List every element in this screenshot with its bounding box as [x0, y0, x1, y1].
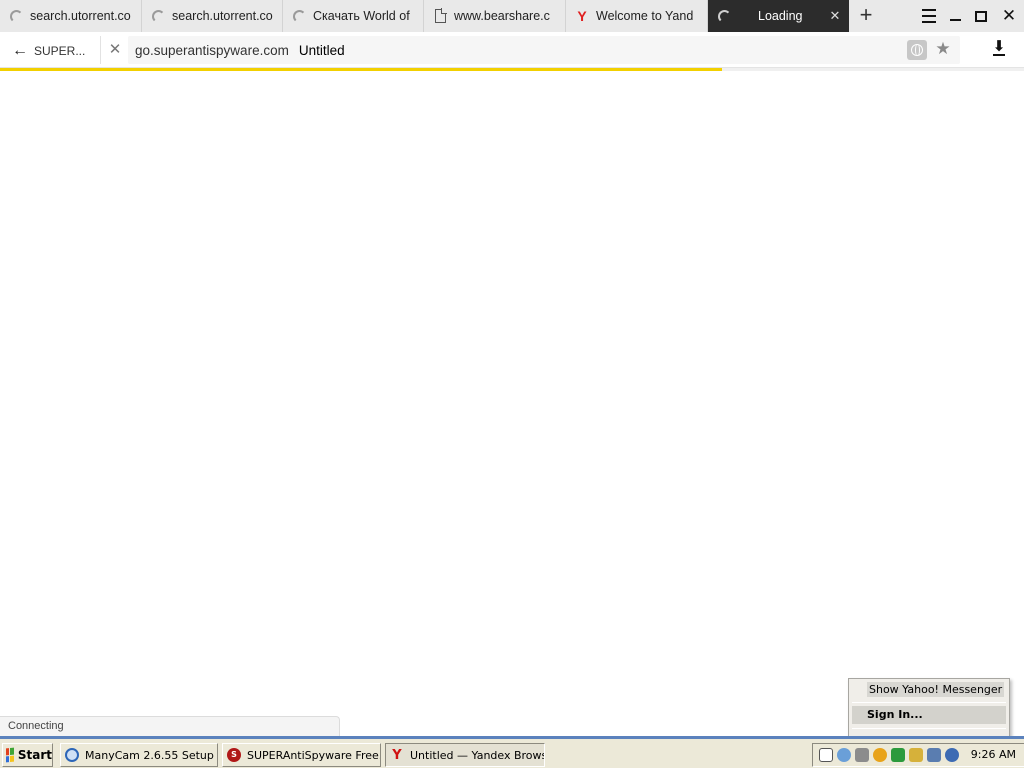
status-bubble: Connecting	[0, 716, 340, 736]
bookmark-star-icon[interactable]: ★	[933, 39, 953, 59]
tab-utorrent-2[interactable]: search.utorrent.co	[142, 0, 283, 32]
yahoo-messenger-tray-icon[interactable]	[873, 748, 887, 762]
security-tray-icon[interactable]	[891, 748, 905, 762]
maximize-icon[interactable]	[969, 4, 993, 28]
tab-bearshare[interactable]: www.bearshare.c	[424, 0, 566, 32]
loading-spinner-icon	[291, 8, 307, 24]
start-label: Start	[17, 748, 52, 762]
taskbar-button-superantispyware[interactable]: S SUPERAntiSpyware Free...	[222, 743, 381, 767]
downloads-icon[interactable]: ⬇	[988, 39, 1010, 62]
update-tray-icon[interactable]	[927, 748, 941, 762]
volume-tray-icon[interactable]	[855, 748, 869, 762]
shield-tray-icon[interactable]	[909, 748, 923, 762]
tab-title: Welcome to Yand	[596, 9, 694, 23]
menu-item-show-yahoo-messenger[interactable]: Show Yahoo! Messenger	[852, 681, 1006, 699]
taskbar-clock[interactable]: 9:26 AM	[971, 748, 1016, 761]
network-tray-icon[interactable]	[837, 748, 851, 762]
page-document-icon	[432, 8, 448, 24]
taskbar-button-label: SUPERAntiSpyware Free...	[247, 748, 381, 762]
tab-utorrent-1[interactable]: search.utorrent.co	[0, 0, 142, 32]
site-protection-globe-icon[interactable]	[907, 40, 927, 60]
tab-title: Скачать World of	[313, 9, 410, 23]
stop-loading-icon[interactable]: ✕	[106, 41, 124, 59]
taskbar-button-label: Untitled — Yandex Browser	[410, 748, 545, 762]
start-button[interactable]: Start	[2, 743, 53, 767]
superantispyware-icon: S	[226, 747, 242, 763]
tab-title: Loading	[758, 9, 803, 23]
tab-title: search.utorrent.co	[30, 9, 131, 23]
yandex-browser-icon: Y	[392, 747, 402, 763]
url-domain: go.superantispyware.com	[135, 42, 289, 58]
yandex-y-icon: Y	[577, 8, 587, 24]
minimize-icon[interactable]	[943, 4, 967, 28]
page-title: Untitled	[298, 42, 345, 58]
tab-title: search.utorrent.co	[172, 9, 273, 23]
setup-installer-icon	[64, 747, 80, 763]
address-bar: ← SUPER... ✕ go.superantispyware.com Unt…	[0, 32, 1024, 68]
windows-logo-icon	[6, 747, 14, 763]
menu-separator	[852, 728, 1006, 729]
tab-title: www.bearshare.c	[454, 9, 550, 23]
tab-close-icon[interactable]: ✕	[828, 8, 842, 24]
page-content-area[interactable]	[0, 71, 1024, 736]
taskbar-button-manycam-setup[interactable]: ManyCam 2.6.55 Setup	[60, 743, 218, 767]
window-close-icon[interactable]: ✕	[997, 4, 1021, 28]
windows-taskbar: Start ManyCam 2.6.55 Setup S SUPERAntiSp…	[0, 736, 1024, 768]
safely-remove-tray-icon[interactable]	[945, 748, 959, 762]
back-arrow-icon: ←	[12, 42, 28, 59]
menu-item-sign-in[interactable]: Sign In...	[852, 706, 1006, 724]
taskbar-button-label: ManyCam 2.6.55 Setup	[85, 748, 214, 762]
hamburger-menu-icon[interactable]	[917, 4, 941, 28]
new-tab-button[interactable]: +	[854, 4, 878, 28]
loading-spinner-icon	[716, 8, 732, 24]
back-button[interactable]: ← SUPER...	[12, 40, 88, 62]
back-button-label: SUPER...	[34, 44, 86, 58]
tab-world-of[interactable]: Скачать World of	[283, 0, 424, 32]
menu-separator	[852, 702, 1006, 703]
tab-yandex-welcome[interactable]: Y Welcome to Yand	[566, 0, 708, 32]
tab-loading-active[interactable]: Loading ✕	[708, 0, 849, 32]
loading-spinner-icon	[8, 8, 24, 24]
omnibox-url-field[interactable]: go.superantispyware.com Untitled	[128, 36, 960, 64]
system-tray: 9:26 AM	[812, 743, 1024, 767]
loading-spinner-icon	[150, 8, 166, 24]
taskbar-button-yandex-browser[interactable]: Y Untitled — Yandex Browser	[385, 743, 545, 767]
keyboard-tray-icon[interactable]	[819, 748, 833, 762]
tab-strip: search.utorrent.co search.utorrent.co Ск…	[0, 0, 1024, 32]
divider	[100, 36, 101, 64]
